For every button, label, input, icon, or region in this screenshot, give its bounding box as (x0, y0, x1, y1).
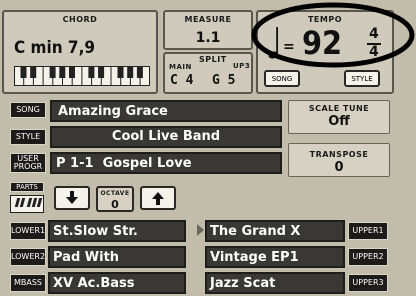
split-up3-value: G 5 (212, 73, 236, 88)
upper1-tag[interactable]: UPPER1 (348, 222, 388, 240)
octave-down-button[interactable] (54, 186, 90, 210)
upper2-tag[interactable]: UPPER2 (348, 248, 388, 266)
highlight-ellipse (251, 2, 415, 68)
upper1-field[interactable]: The Grand X (205, 220, 345, 242)
keyboard-parts-icon (10, 195, 44, 213)
keyboard-icon (14, 66, 150, 86)
upper2-tag-label: UPPER2 (352, 252, 384, 261)
upper3-tag-label: UPPER3 (352, 278, 384, 287)
scale-tune-panel[interactable]: SCALE TUNE Off (288, 100, 390, 134)
scale-tune-caption: SCALE TUNE (308, 104, 370, 113)
lower1-field[interactable]: St.Slow Str. (48, 220, 186, 242)
tempo-style-label: STYLE (351, 74, 373, 83)
split-main-value: C 4 (170, 73, 194, 88)
upper1-value: The Grand X (210, 224, 301, 239)
song-field[interactable]: Amazing Grace (50, 100, 282, 122)
mbass-tag-label: MBASS (13, 278, 43, 287)
octave-caption: OCTAVE (100, 190, 130, 197)
user-program-tag[interactable]: USER PROGR (10, 153, 46, 173)
upper1-tag-label: UPPER1 (352, 226, 384, 235)
mbass-value: XV Ac.Bass (53, 276, 135, 291)
lower1-tag-label: LOWER1 (10, 226, 46, 235)
transpose-panel[interactable]: TRANSPOSE 0 (288, 143, 390, 177)
style-value: Cool Live Band (111, 129, 221, 144)
split-caption: SPLIT (199, 55, 227, 64)
style-tag-label: STYLE (15, 132, 41, 141)
scale-tune-value: Off (328, 114, 350, 129)
parts-label-box: PARTS (8, 182, 48, 216)
parts-caption-text: PARTS (16, 183, 38, 191)
arrow-down-icon (66, 191, 78, 204)
parts-caption: PARTS (10, 182, 44, 192)
style-tag[interactable]: STYLE (10, 129, 46, 145)
measure-caption: MEASURE (184, 15, 232, 24)
lower1-value: St.Slow Str. (53, 224, 138, 239)
measure-panel: MEASURE 1.1 (163, 10, 253, 50)
lower2-field[interactable]: Pad With (48, 246, 186, 268)
chord-value: C min 7,9 (14, 38, 96, 58)
lower2-tag[interactable]: LOWER2 (10, 248, 46, 266)
lower2-value: Pad With (53, 250, 120, 265)
octave-display: OCTAVE 0 (96, 186, 134, 212)
measure-value: 1.1 (195, 30, 221, 46)
mbass-tag[interactable]: MBASS (10, 274, 46, 292)
song-value: Amazing Grace (58, 104, 168, 119)
mbass-field[interactable]: XV Ac.Bass (48, 272, 186, 294)
user-tag-line2: PROGR (13, 162, 43, 171)
chord-caption: CHORD (62, 15, 98, 24)
tempo-song-button[interactable]: SONG (264, 70, 300, 87)
up3-caption: UP3 (233, 62, 251, 70)
upper2-field[interactable]: Vintage EP1 (205, 246, 345, 268)
octave-up-button[interactable] (140, 186, 176, 210)
octave-value: 0 (111, 198, 119, 211)
chord-panel: CHORD C min 7,9 (2, 10, 158, 94)
transpose-value: 0 (334, 160, 344, 175)
tempo-song-label: SONG (271, 74, 293, 83)
main-caption: MAIN (169, 63, 192, 71)
upper2-value: Vintage EP1 (210, 250, 299, 265)
user-program-value: P 1-1 Gospel Love (56, 156, 192, 171)
style-field[interactable]: Cool Live Band (50, 126, 282, 148)
upper3-value: Jazz Scat (210, 276, 276, 291)
lower1-tag[interactable]: LOWER1 (10, 222, 46, 240)
transpose-caption: TRANSPOSE (309, 150, 369, 159)
song-tag-label: SONG (16, 105, 40, 114)
user-program-field[interactable]: P 1-1 Gospel Love (50, 152, 282, 174)
upper3-field[interactable]: Jazz Scat (205, 272, 345, 294)
split-panel: SPLIT MAIN UP3 C 4 G 5 (163, 52, 253, 94)
upper3-tag[interactable]: UPPER3 (348, 274, 388, 292)
arrow-up-icon (152, 192, 164, 205)
tempo-style-button[interactable]: STYLE (344, 70, 380, 87)
song-tag[interactable]: SONG (10, 102, 46, 118)
selection-arrow-icon (197, 224, 204, 236)
lower2-tag-label: LOWER2 (10, 252, 46, 261)
